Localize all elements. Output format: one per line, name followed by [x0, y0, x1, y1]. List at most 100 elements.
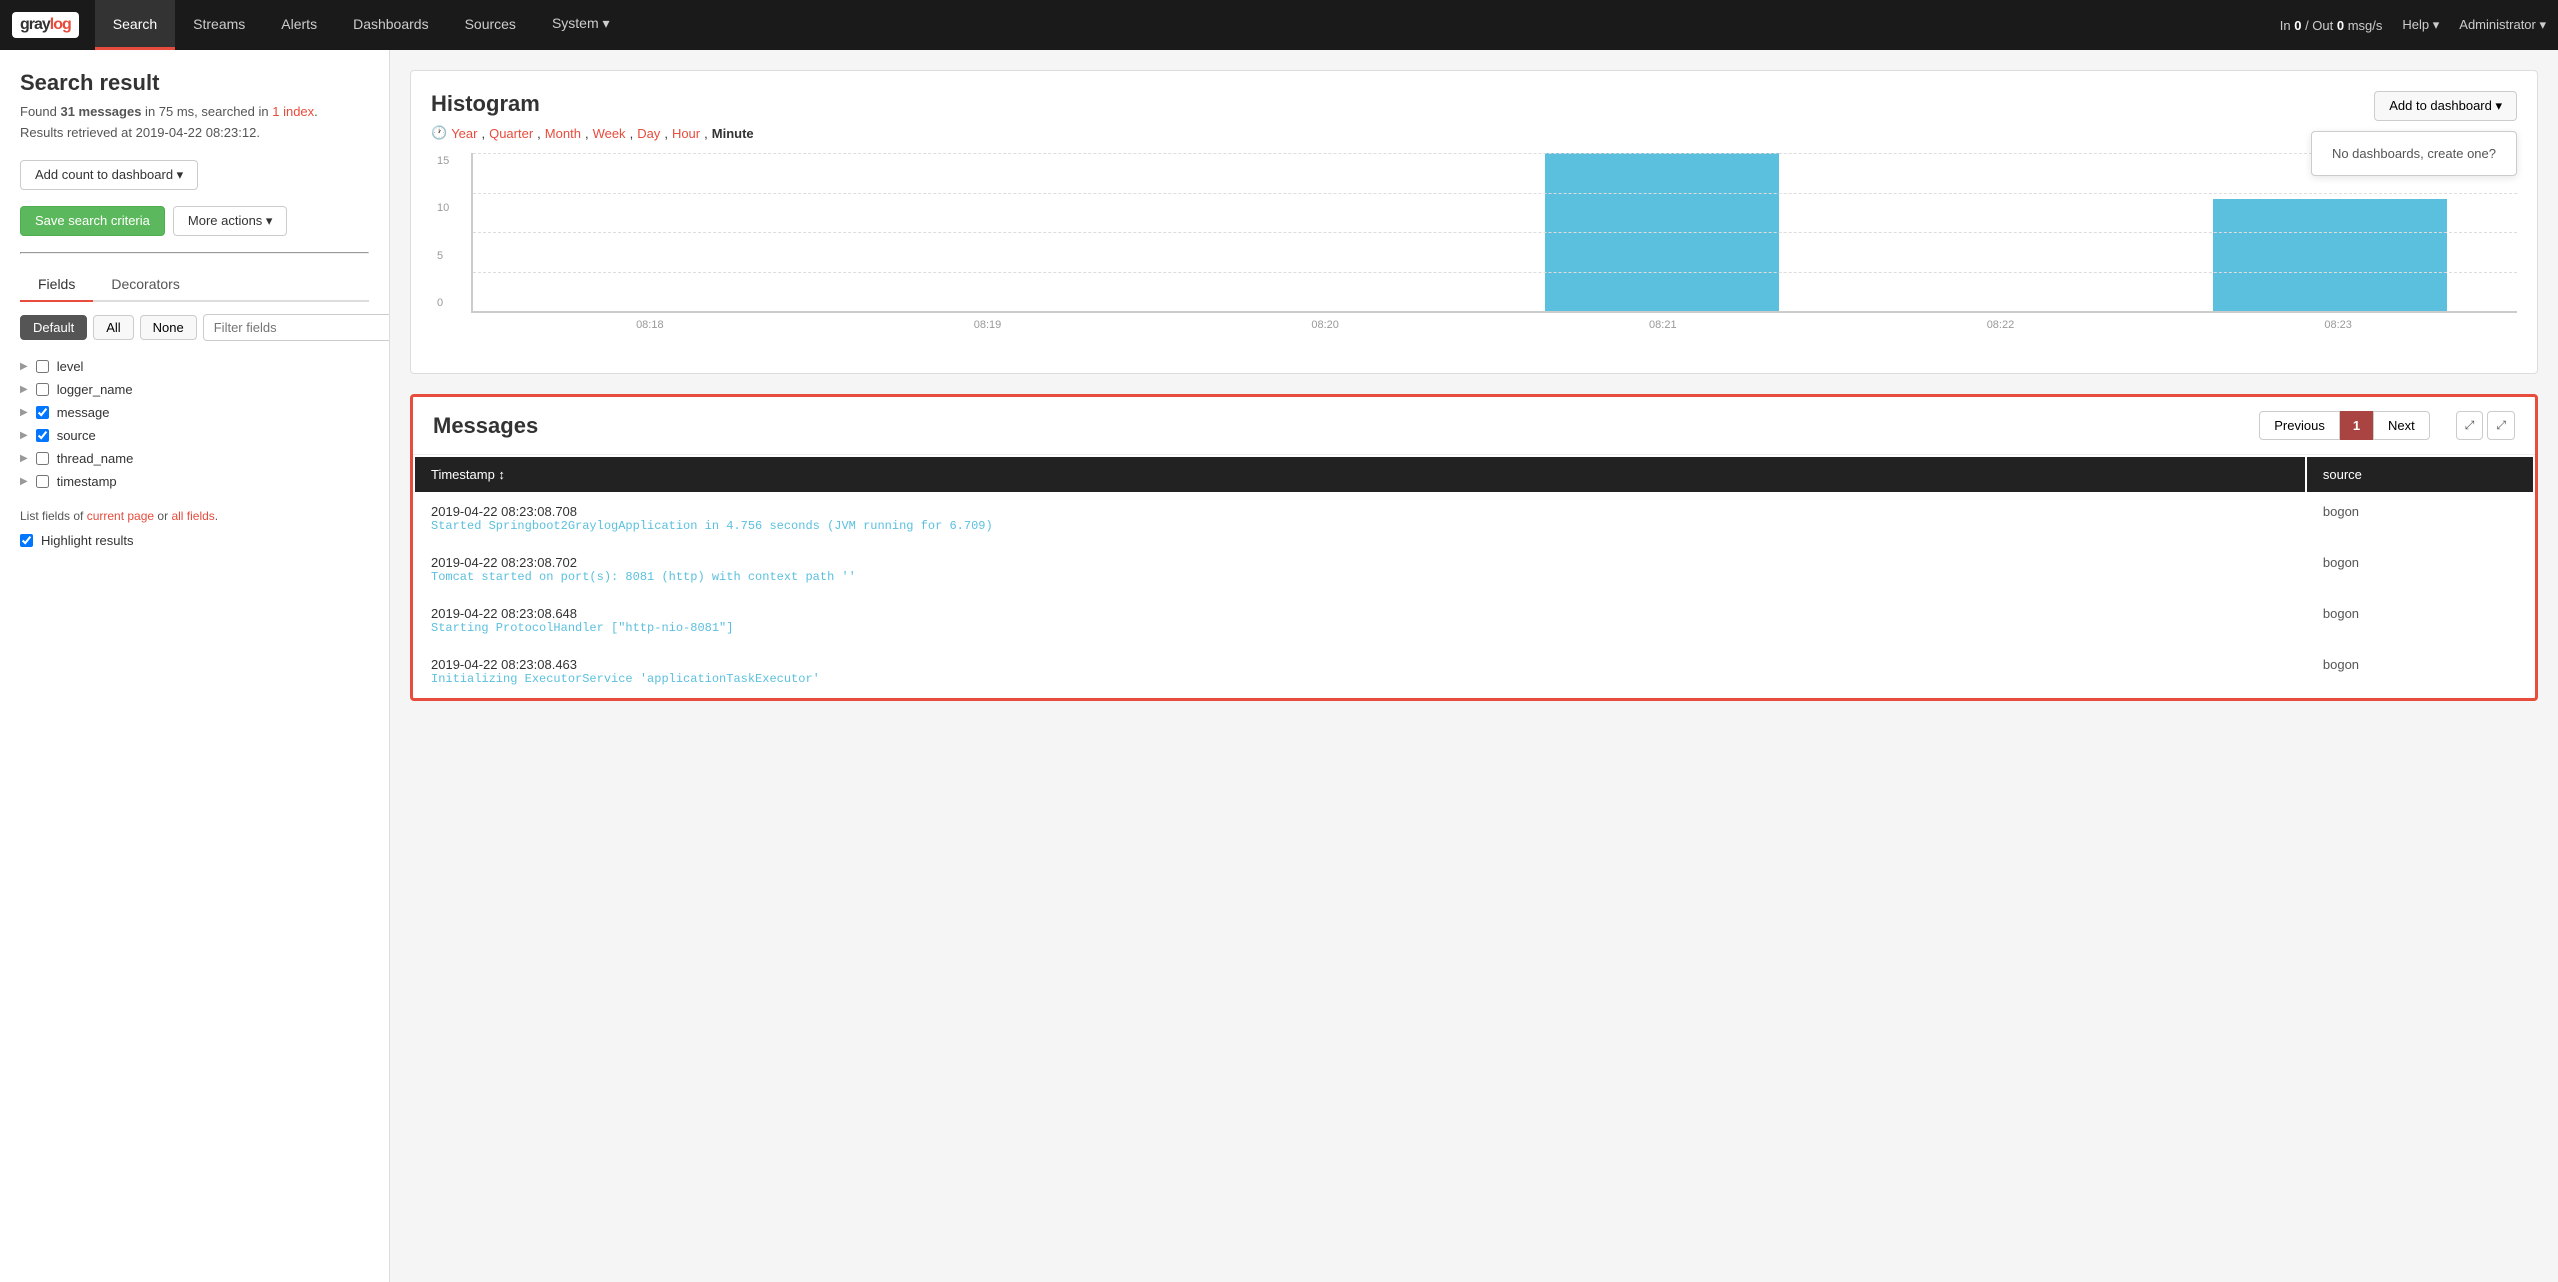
action-buttons: Add count to dashboard ▾: [20, 160, 369, 190]
field-label: logger_name: [57, 382, 133, 397]
timestamp-1: 2019-04-22 08:23:08.702: [431, 555, 2289, 570]
list-item[interactable]: ▶ logger_name: [20, 378, 369, 401]
list-item[interactable]: ▶ thread_name: [20, 447, 369, 470]
nav-right: In 0 / Out 0 msg/s Help ▾ Administrator …: [2280, 17, 2546, 33]
filter-fields-input[interactable]: [203, 314, 390, 341]
messages-tbody: 2019-04-22 08:23:08.708 Started Springbo…: [415, 494, 2533, 696]
histogram-title: Histogram: [431, 91, 2517, 117]
collapse-icon-btn[interactable]: ⤢: [2487, 411, 2515, 440]
y-label-5: 5: [437, 250, 449, 262]
field-label: level: [57, 359, 84, 374]
x-label-5: 08:23: [2324, 319, 2352, 331]
all-fields-link[interactable]: all fields: [171, 509, 214, 523]
add-count-button[interactable]: Add count to dashboard ▾: [20, 160, 198, 190]
time-month[interactable]: Month: [545, 126, 581, 141]
previous-button[interactable]: Previous: [2259, 411, 2340, 440]
message-text-1[interactable]: Tomcat started on port(s): 8081 (http) w…: [431, 570, 2289, 584]
expand-buttons: ⤢ ⤢: [2456, 411, 2515, 440]
time-week[interactable]: Week: [593, 126, 626, 141]
main-content: Histogram 🕐 Year, Quarter, Month, Week, …: [390, 50, 2558, 1282]
nav-search[interactable]: Search: [95, 0, 175, 50]
expand-icon: ▶: [20, 361, 28, 372]
messages-header: Messages Previous 1 Next ⤢ ⤢: [413, 397, 2535, 455]
help-menu[interactable]: Help ▾: [2402, 17, 2439, 33]
field-label: timestamp: [57, 474, 117, 489]
x-label-1: 08:19: [974, 319, 1002, 331]
nav-items: Search Streams Alerts Dashboards Sources…: [95, 0, 2280, 50]
time-day[interactable]: Day: [637, 126, 660, 141]
list-item[interactable]: ▶ level: [20, 355, 369, 378]
current-page-link[interactable]: current page: [87, 509, 154, 523]
filter-none[interactable]: None: [140, 315, 197, 340]
nav-system[interactable]: System ▾: [534, 0, 628, 50]
list-item[interactable]: ▶ timestamp: [20, 470, 369, 493]
save-more-buttons: Save search criteria More actions ▾: [20, 206, 369, 236]
expand-icon: ▶: [20, 476, 28, 487]
timestamp-0: 2019-04-22 08:23:08.708: [431, 504, 2289, 519]
save-search-button[interactable]: Save search criteria: [20, 206, 165, 236]
message-text-0[interactable]: Started Springboot2GraylogApplication in…: [431, 519, 2289, 533]
stats: In 0 / Out 0 msg/s: [2280, 18, 2383, 33]
nav-streams[interactable]: Streams: [175, 0, 263, 50]
index-link[interactable]: 1 index: [272, 104, 314, 119]
filter-row: Default All None: [20, 314, 369, 341]
add-to-dashboard-button[interactable]: Add to dashboard ▾: [2374, 91, 2517, 121]
nav-dashboards[interactable]: Dashboards: [335, 0, 447, 50]
bar-group-0: [493, 153, 827, 311]
timestamp-2: 2019-04-22 08:23:08.648: [431, 606, 2289, 621]
retrieved-at: Results retrieved at 2019-04-22 08:23:12…: [20, 125, 260, 140]
field-checkbox-logger[interactable]: [36, 383, 49, 396]
expand-icon: ▶: [20, 407, 28, 418]
field-checkbox-level[interactable]: [36, 360, 49, 373]
sidebar-title: Search result: [20, 70, 369, 96]
field-checkbox-thread[interactable]: [36, 452, 49, 465]
time-hour[interactable]: Hour: [672, 126, 700, 141]
table-row: 2019-04-22 08:23:08.708 Started Springbo…: [415, 494, 2533, 543]
bar-group-5: [2163, 153, 2497, 311]
tab-decorators[interactable]: Decorators: [93, 268, 197, 302]
field-label: thread_name: [57, 451, 134, 466]
user-menu[interactable]: Administrator ▾: [2459, 17, 2546, 33]
source-0: bogon: [2307, 494, 2533, 543]
next-button[interactable]: Next: [2373, 411, 2430, 440]
logo: graylog: [12, 12, 79, 38]
table-row: 2019-04-22 08:23:08.463 Initializing Exe…: [415, 647, 2533, 696]
more-actions-button[interactable]: More actions ▾: [173, 206, 288, 236]
nav-sources[interactable]: Sources: [447, 0, 534, 50]
field-checkbox-source[interactable]: [36, 429, 49, 442]
expand-icon-btn[interactable]: ⤢: [2456, 411, 2484, 440]
highlight-checkbox[interactable]: [20, 534, 33, 547]
source-3: bogon: [2307, 647, 2533, 696]
list-item[interactable]: ▶ message: [20, 401, 369, 424]
table-row: 2019-04-22 08:23:08.702 Tomcat started o…: [415, 545, 2533, 594]
source-1: bogon: [2307, 545, 2533, 594]
filter-all[interactable]: All: [93, 315, 133, 340]
filter-default[interactable]: Default: [20, 315, 87, 340]
col-timestamp[interactable]: Timestamp ↕: [415, 457, 2305, 492]
field-checkbox-message[interactable]: [36, 406, 49, 419]
list-item[interactable]: ▶ source: [20, 424, 369, 447]
timestamp-3: 2019-04-22 08:23:08.463: [431, 657, 2289, 672]
x-label-2: 08:20: [1311, 319, 1339, 331]
expand-icon: ▶: [20, 430, 28, 441]
tab-fields[interactable]: Fields: [20, 268, 93, 302]
message-text-3[interactable]: Initializing ExecutorService 'applicatio…: [431, 672, 2289, 686]
bar-3: [1545, 153, 1779, 311]
y-label-10: 10: [437, 202, 449, 214]
field-checkbox-timestamp[interactable]: [36, 475, 49, 488]
message-text-2[interactable]: Starting ProtocolHandler ["http-nio-8081…: [431, 621, 2289, 635]
y-label-15: 15: [437, 155, 449, 167]
logo-text: gray: [20, 16, 50, 33]
bar-group-4: [1829, 153, 2163, 311]
time-year[interactable]: Year: [451, 126, 477, 141]
table-row: 2019-04-22 08:23:08.648 Starting Protoco…: [415, 596, 2533, 645]
time-quarter[interactable]: Quarter: [489, 126, 533, 141]
sidebar-footer: List fields of current page or all field…: [20, 509, 369, 523]
nav-alerts[interactable]: Alerts: [263, 0, 335, 50]
messages-title: Messages: [433, 413, 2243, 439]
messages-table: Timestamp ↕ source 2019-04-22 08:23:08.7…: [413, 455, 2535, 698]
dashboard-popup: No dashboards, create one?: [2311, 131, 2517, 176]
bars-row: [493, 153, 2497, 311]
field-label: source: [57, 428, 96, 443]
time-minute[interactable]: Minute: [712, 126, 754, 141]
